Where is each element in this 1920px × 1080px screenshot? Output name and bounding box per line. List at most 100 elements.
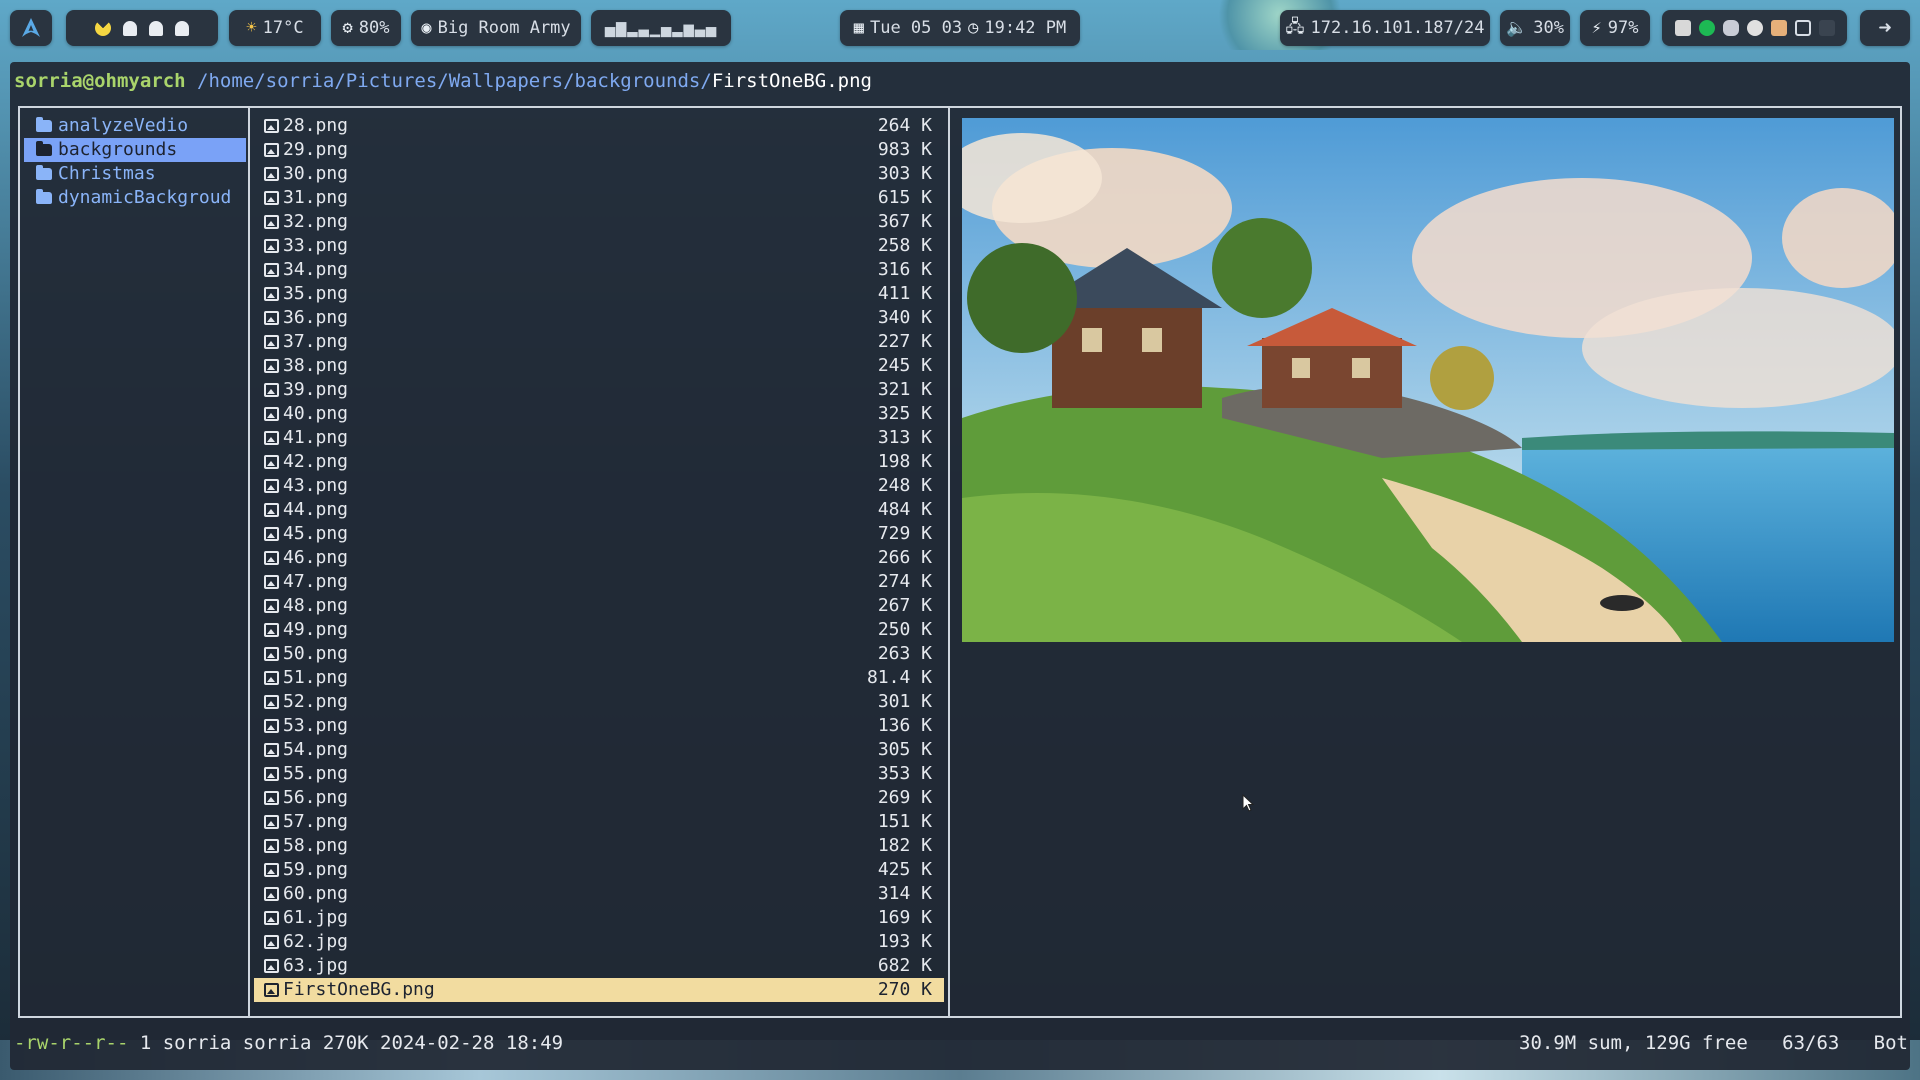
file-item[interactable]: 47.png 274 K <box>254 570 944 594</box>
file-item-selected[interactable]: FirstOneBG.png 270 K <box>254 978 944 1002</box>
ghost-icon[interactable] <box>149 20 163 36</box>
spotify-tray-icon[interactable] <box>1698 20 1715 36</box>
folder-item[interactable]: Christmas <box>24 162 246 186</box>
folder-name: dynamicBackgroud <box>58 187 232 208</box>
volume-widget[interactable]: 🔈 30% <box>1500 10 1570 46</box>
calendar-icon: ▦ <box>853 18 864 38</box>
file-item[interactable]: 53.png 136 K <box>254 714 944 738</box>
weather-widget[interactable]: ☀ 17°C <box>229 10 321 46</box>
network-widget[interactable]: 🖧 172.16.101.187/24 <box>1280 10 1490 46</box>
folder-icon <box>36 141 52 156</box>
file-size: 729 K <box>877 523 932 544</box>
ghost-icon[interactable] <box>123 20 137 36</box>
file-item[interactable]: 30.png 303 K <box>254 162 944 186</box>
file-item[interactable]: 38.png 245 K <box>254 354 944 378</box>
file-name: 57.png <box>283 811 349 832</box>
file-item[interactable]: 37.png 227 K <box>254 330 944 354</box>
file-name: 59.png <box>283 859 349 880</box>
cat-icon[interactable] <box>1770 20 1787 36</box>
battery-widget[interactable]: ⚡ 97% <box>1580 10 1650 46</box>
file-item[interactable]: 49.png 250 K <box>254 618 944 642</box>
mail-icon[interactable] <box>1674 20 1691 36</box>
file-name: FirstOneBG.png <box>283 979 435 1000</box>
file-item[interactable]: 52.png 301 K <box>254 690 944 714</box>
user-host: sorria@ohmyarch <box>14 70 186 92</box>
pacman-icon[interactable] <box>95 20 111 36</box>
file-item[interactable]: 40.png 325 K <box>254 402 944 426</box>
file-item[interactable]: 43.png 248 K <box>254 474 944 498</box>
file-item[interactable]: 50.png 263 K <box>254 642 944 666</box>
file-item[interactable]: 56.png 269 K <box>254 786 944 810</box>
file-name: 50.png <box>283 643 349 664</box>
file-item[interactable]: 42.png 198 K <box>254 450 944 474</box>
file-name: 47.png <box>283 571 349 592</box>
folder-item[interactable]: dynamicBackgroud <box>24 186 246 210</box>
file-name: 38.png <box>283 355 349 376</box>
time-text: 19:42 PM <box>984 18 1067 38</box>
file-item[interactable]: 60.png 314 K <box>254 882 944 906</box>
file-item[interactable]: 31.png 615 K <box>254 186 944 210</box>
terminal-window[interactable]: sorria@ohmyarch /home/sorria/Pictures/Wa… <box>10 62 1910 1070</box>
arch-launcher-button[interactable] <box>10 10 52 46</box>
tray-item-icon[interactable] <box>1818 20 1835 36</box>
clock-widget[interactable]: ▦ Tue 05 03 ◷ 19:42 PM <box>840 10 1080 46</box>
visualizer-bars: ▄▆▂▃▁▄▂▅▃▄ <box>604 18 718 38</box>
ghost-icon[interactable] <box>175 20 189 36</box>
file-name: 30.png <box>283 163 349 184</box>
file-item[interactable]: 34.png 316 K <box>254 258 944 282</box>
file-item[interactable]: 44.png 484 K <box>254 498 944 522</box>
folder-item[interactable]: analyzeVedio <box>24 114 246 138</box>
folder-item-selected[interactable]: backgrounds <box>24 138 246 162</box>
file-item[interactable]: 36.png 340 K <box>254 306 944 330</box>
file-size: 269 K <box>877 787 932 808</box>
file-item[interactable]: 45.png 729 K <box>254 522 944 546</box>
arrow-right-icon[interactable]: ➜ <box>1860 10 1910 46</box>
battery-charging-icon: ⚡ <box>1591 18 1602 38</box>
qq-icon[interactable] <box>1746 20 1763 36</box>
file-item[interactable]: 51.png 81.4 K <box>254 666 944 690</box>
file-name: 41.png <box>283 427 349 448</box>
window-icon[interactable] <box>1794 20 1811 36</box>
file-name: 29.png <box>283 139 349 160</box>
file-item[interactable]: 57.png 151 K <box>254 810 944 834</box>
image-file-icon <box>264 839 279 853</box>
file-item[interactable]: 48.png 267 K <box>254 594 944 618</box>
mouse-cursor-icon <box>1242 793 1255 816</box>
file-item[interactable]: 62.jpg 193 K <box>254 930 944 954</box>
file-size: 264 K <box>877 115 932 136</box>
current-directory: /home/sorria/Pictures/Wallpapers/backgro… <box>197 70 712 92</box>
file-size: 325 K <box>877 403 932 424</box>
file-item[interactable]: 63.jpg 682 K <box>254 954 944 978</box>
file-item[interactable]: 32.png 367 K <box>254 210 944 234</box>
file-item[interactable]: 46.png 266 K <box>254 546 944 570</box>
folder-name: Christmas <box>58 163 156 184</box>
image-file-icon <box>264 335 279 349</box>
file-name: 36.png <box>283 307 349 328</box>
folder-name: backgrounds <box>58 139 178 160</box>
file-item[interactable]: 39.png 321 K <box>254 378 944 402</box>
file-item[interactable]: 33.png 258 K <box>254 234 944 258</box>
file-item[interactable]: 59.png 425 K <box>254 858 944 882</box>
file-item[interactable]: 28.png 264 K <box>254 114 944 138</box>
file-item[interactable]: 41.png 313 K <box>254 426 944 450</box>
image-file-icon <box>264 191 279 205</box>
image-file-icon <box>264 575 279 589</box>
discord-icon[interactable] <box>1722 20 1739 36</box>
music-widget[interactable]: ◉ Big Room Army <box>411 10 581 46</box>
file-name: 48.png <box>283 595 349 616</box>
file-item[interactable]: 58.png 182 K <box>254 834 944 858</box>
image-file-icon <box>264 959 279 973</box>
file-item[interactable]: 29.png 983 K <box>254 138 944 162</box>
image-file-icon <box>264 935 279 949</box>
workspaces[interactable] <box>66 10 218 46</box>
file-size: 367 K <box>877 211 932 232</box>
parent-directory-pane: analyzeVedio backgrounds Christmas dynam… <box>20 108 250 1016</box>
file-item[interactable]: 54.png 305 K <box>254 738 944 762</box>
file-item[interactable]: 55.png 353 K <box>254 762 944 786</box>
image-file-icon <box>264 239 279 253</box>
file-size: 313 K <box>877 427 932 448</box>
file-item[interactable]: 35.png 411 K <box>254 282 944 306</box>
file-item[interactable]: 61.jpg 169 K <box>254 906 944 930</box>
image-file-icon <box>264 911 279 925</box>
cpu-widget[interactable]: ⚙ 80% <box>331 10 401 46</box>
